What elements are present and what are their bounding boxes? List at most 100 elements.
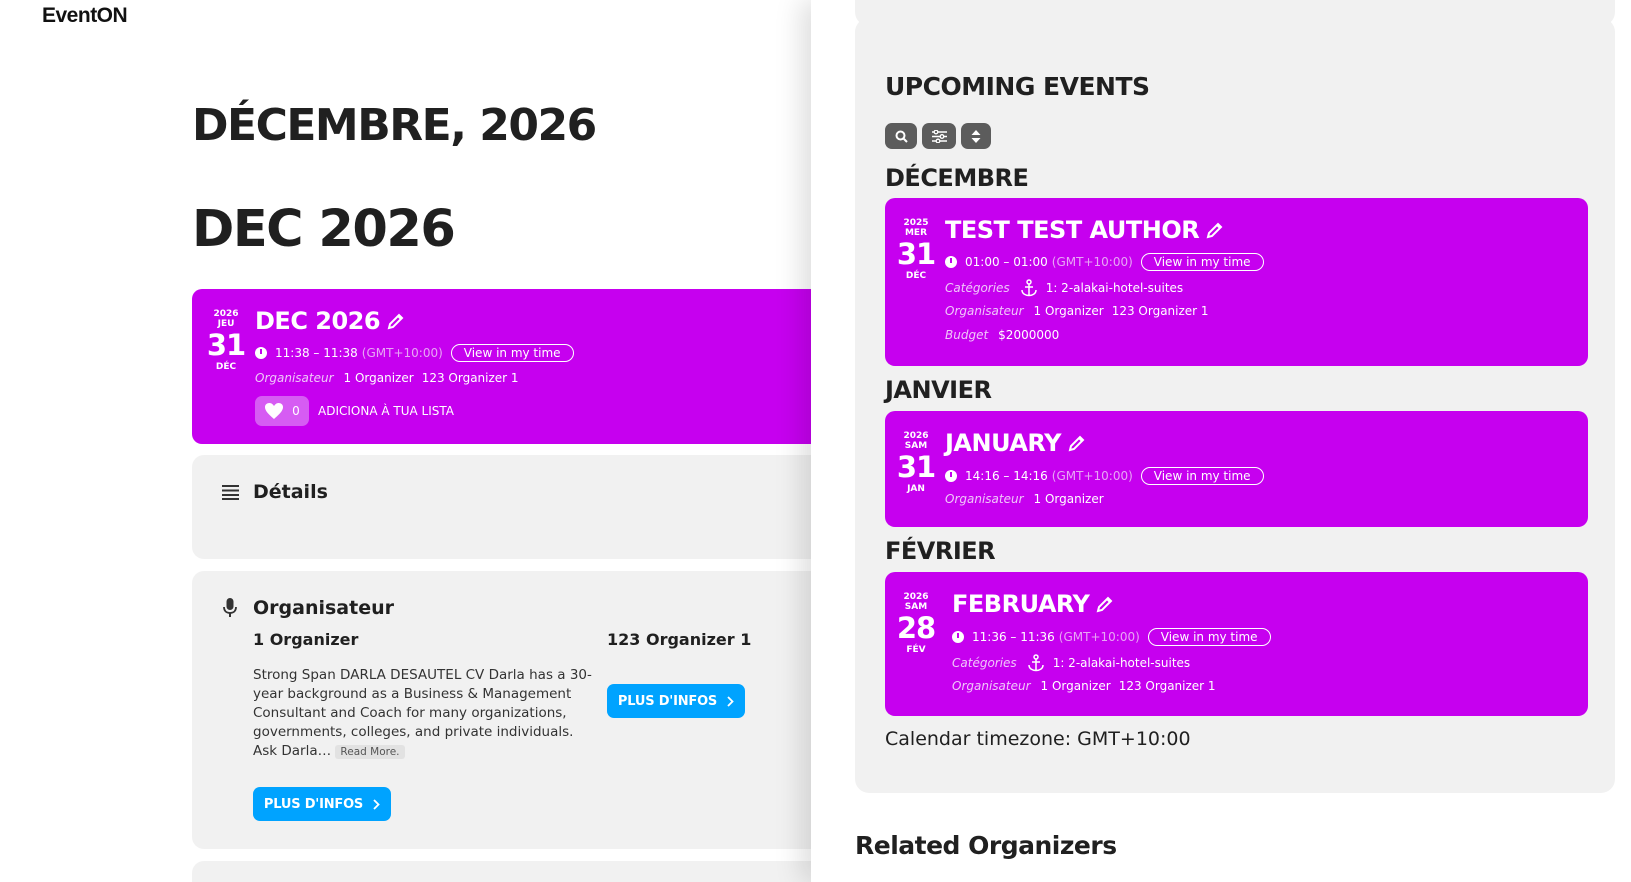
view-in-my-time-button[interactable]: View in my time: [1147, 628, 1271, 646]
event-organizer-row: Organisateur 1 Organizer 123 Organizer 1: [945, 304, 1209, 318]
event-year: 2026: [903, 592, 929, 602]
upcoming-events-title: UPCOMING EVENTS: [885, 72, 1150, 101]
view-in-my-time-button[interactable]: View in my time: [1140, 467, 1264, 485]
calendar-toolbar: [885, 123, 991, 149]
read-more-link[interactable]: Read More.: [335, 745, 405, 759]
event-day: 31: [896, 237, 936, 271]
organizer-label: Organisateur: [952, 679, 1031, 693]
event-year: 2026: [903, 431, 929, 441]
organizer-2-more-info-button[interactable]: PLUS D'INFOS: [607, 684, 745, 718]
site-logo[interactable]: EventON: [42, 4, 128, 28]
event-time-row: 11:36 – 11:36 (GMT+10:00) View in my tim…: [952, 628, 1271, 646]
heart-icon: [265, 403, 284, 419]
organizer-1-bio: Strong Span DARLA DESAUTEL CV Darla has …: [253, 666, 593, 762]
event-time-row: 14:16 – 14:16 (GMT+10:00) View in my tim…: [945, 467, 1264, 485]
organizer-panel: Organisateur 1 Organizer Strong Span DAR…: [192, 571, 832, 849]
upcoming-events-widget: UPCOMING EVENTS DÉCEMBRE 2025 MER 31 DÉC…: [855, 0, 1615, 793]
event-tz: (GMT+10:00): [1058, 630, 1140, 644]
wishlist-label[interactable]: ADICIONA À TUA LISTA: [318, 404, 454, 418]
search-button[interactable]: [885, 123, 917, 149]
event-category-row: Catégories 1: 2-alakai-hotel-suites: [952, 654, 1190, 672]
organizer-label: Organisateur: [945, 492, 1024, 506]
sidebar-event-card[interactable]: 2026 SAM 28 FÉV FEBRUARY 11:36 – 11:36 (…: [885, 572, 1588, 716]
view-in-my-time-button[interactable]: View in my time: [1140, 253, 1264, 271]
budget-label: Budget: [945, 328, 989, 342]
event-time: 11:36 – 11:36: [972, 630, 1055, 644]
sidebar-event-card[interactable]: 2026 SAM 31 JAN JANUARY 14:16 – 14:16 (G…: [885, 411, 1588, 527]
event-day: 31: [896, 450, 936, 484]
list-icon: [222, 485, 239, 500]
wishlist-count: 0: [292, 404, 300, 418]
organizer-link[interactable]: 123 Organizer 1: [1112, 304, 1209, 318]
sidebar-event-card[interactable]: 2025 MER 31 DÉC TEST TEST AUTHOR 01:00 –…: [885, 198, 1588, 366]
event-organizer-row: Organisateur 1 Organizer 123 Organizer 1: [255, 371, 519, 385]
microphone-icon: [223, 598, 237, 617]
event-tz: (GMT+10:00): [1051, 255, 1133, 269]
clock-icon: [952, 631, 964, 643]
organizer-link[interactable]: 123 Organizer 1: [422, 371, 519, 385]
event-title[interactable]: FEBRUARY: [952, 590, 1090, 618]
organizer-link[interactable]: 123 Organizer 1: [1119, 679, 1216, 693]
pencil-icon[interactable]: [386, 311, 406, 331]
event-date: 2026 SAM 28 FÉV: [896, 592, 936, 656]
sort-button[interactable]: [961, 123, 991, 149]
filter-button[interactable]: [922, 123, 956, 149]
event-organizer-row: Organisateur 1 Organizer: [945, 492, 1104, 506]
organizer-2-name[interactable]: 123 Organizer 1: [607, 630, 751, 649]
more-info-label: PLUS D'INFOS: [263, 796, 364, 812]
event-day: 31: [206, 328, 246, 362]
budget-value: $2000000: [998, 328, 1060, 342]
event-title-row: TEST TEST AUTHOR: [945, 216, 1225, 244]
month-label-january: JANVIER: [885, 376, 992, 404]
wishlist-button[interactable]: 0: [255, 396, 309, 426]
event-title-row: DEC 2026: [255, 307, 406, 335]
event-date: 2026 JEU 31 DÉC: [206, 309, 246, 373]
related-organizers-title: Related Organizers: [855, 831, 1117, 860]
organizer-link[interactable]: 1 Organizer: [1034, 304, 1104, 318]
event-month: JAN: [907, 484, 925, 494]
event-time: 14:16 – 14:16: [965, 469, 1048, 483]
organizer-link[interactable]: 1 Organizer: [1041, 679, 1111, 693]
event-time-row: 11:38 – 11:38 (GMT+10:00) View in my tim…: [255, 344, 574, 362]
sliders-icon: [931, 129, 947, 143]
organizer-1-more-info-button[interactable]: PLUS D'INFOS: [253, 787, 391, 821]
details-title: Détails: [253, 481, 328, 503]
event-title-row: FEBRUARY: [952, 590, 1115, 618]
chevron-right-icon: [373, 798, 380, 810]
organizer-1-bio-text: Strong Span DARLA DESAUTEL CV Darla has …: [253, 667, 592, 759]
organizer-1-name[interactable]: 1 Organizer: [253, 630, 358, 649]
anchor-icon: [1027, 654, 1044, 672]
event-month: FÉV: [906, 645, 926, 655]
categories-label: Catégories: [945, 281, 1010, 295]
category-link[interactable]: 1: 2-alakai-hotel-suites: [1053, 656, 1190, 670]
clock-icon: [255, 347, 267, 359]
pencil-icon[interactable]: [1067, 433, 1087, 453]
event-title[interactable]: TEST TEST AUTHOR: [945, 216, 1200, 244]
organizer-link[interactable]: 1 Organizer: [1034, 492, 1104, 506]
clock-icon: [945, 470, 957, 482]
details-panel: Détails: [192, 455, 832, 559]
previous-widget-edge: [855, 0, 1615, 26]
view-in-my-time-button[interactable]: View in my time: [450, 344, 574, 362]
event-month: DÉC: [905, 271, 927, 281]
event-category-row: Catégories 1: 2-alakai-hotel-suites: [945, 279, 1183, 297]
month-label-february: FÉVRIER: [885, 537, 996, 565]
event-date: 2025 MER 31 DÉC: [896, 218, 936, 282]
category-link[interactable]: 1: 2-alakai-hotel-suites: [1046, 281, 1183, 295]
event-tz: (GMT+10:00): [361, 346, 443, 360]
more-info-label: PLUS D'INFOS: [617, 693, 718, 709]
pencil-icon[interactable]: [1095, 594, 1115, 614]
main-event-card[interactable]: 2026 JEU 31 DÉC DEC 2026 11:38 – 11:38 (…: [192, 289, 832, 444]
organizer-link[interactable]: 1 Organizer: [344, 371, 414, 385]
event-date: 2026 SAM 31 JAN: [896, 431, 936, 495]
event-time: 11:38 – 11:38: [275, 346, 358, 360]
pencil-icon[interactable]: [1205, 220, 1225, 240]
clock-icon: [945, 256, 957, 268]
event-title-row: JANUARY: [945, 429, 1087, 457]
event-year: 2026: [213, 309, 239, 319]
event-year: 2025: [903, 218, 929, 228]
event-title[interactable]: DEC 2026: [255, 307, 381, 335]
search-icon: [895, 130, 908, 143]
wishlist: 0 ADICIONA À TUA LISTA: [255, 396, 454, 426]
event-title[interactable]: JANUARY: [945, 429, 1061, 457]
